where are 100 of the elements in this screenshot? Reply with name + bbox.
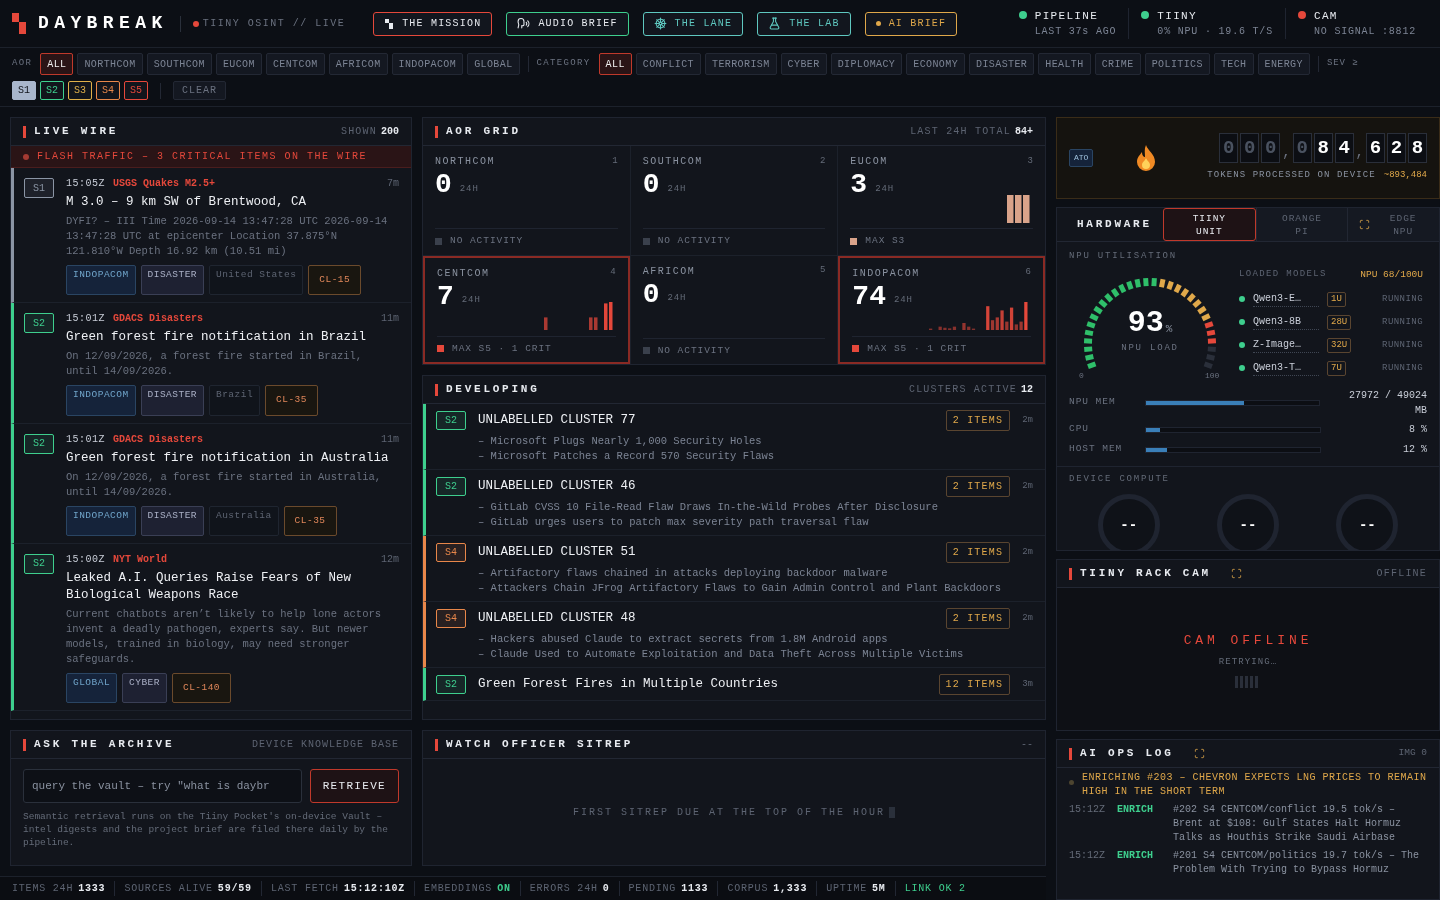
aor-cell[interactable]: EUCOM 3 3 24H MAX S3 — [838, 146, 1045, 255]
filter-chip[interactable]: CENTCOM — [265, 53, 325, 75]
filter-chip[interactable]: ECONOMY — [906, 53, 966, 75]
filter-chip[interactable]: SOUTHCOM — [146, 53, 212, 75]
panel-title: LIVE WIRE — [34, 124, 119, 140]
filter-chip[interactable]: HEALTH — [1038, 53, 1091, 75]
cluster-title: Green Forest Fires in Multiple Countries — [478, 676, 779, 694]
nav-button[interactable]: THE LANE — [642, 11, 744, 36]
filter-chip[interactable]: AFRICOM — [328, 53, 388, 75]
cluster-age: 2m — [1022, 479, 1033, 493]
wire-item[interactable]: S2 15:01Z GDACS Disasters 11m Green forest fire notification in Australia On 12/09/2026, a forest fire started in Australia, until 14/09/2026. INDOPACOM DISASTER Australia CL-35 — [11, 423, 411, 544]
model-name: Qwen3-8B — [1253, 314, 1319, 331]
filter-chip[interactable]: DIPLOMACY — [830, 53, 903, 75]
item-source: GDACS Disasters — [113, 312, 204, 327]
status-name: TIINY — [1157, 8, 1198, 24]
model-size: 1U — [1327, 291, 1346, 307]
aor-cell[interactable]: AFRICOM 5 0 24H NO ACTIVITY — [630, 255, 838, 364]
nav-button[interactable]: AI BRIEF — [864, 11, 958, 36]
aor-cell[interactable]: SOUTHCOM 2 0 24H NO ACTIVITY — [630, 146, 838, 255]
meter-reading: 8 % — [1409, 423, 1427, 437]
model-size: 32U — [1327, 337, 1352, 353]
status-label: SOURCES ALIVE — [124, 882, 213, 896]
filter-chip[interactable]: INDOPACOM — [391, 53, 464, 75]
item-tag: CL-15 — [308, 265, 362, 296]
status-value: 59/59 — [217, 882, 252, 896]
log-time: 15:12Z — [1069, 803, 1105, 817]
status-name: PIPELINE — [1034, 8, 1100, 24]
cluster-age: 2m — [1022, 413, 1033, 427]
nav-button[interactable]: AUDIO BRIEF — [506, 11, 629, 36]
query-field[interactable]: query the vault – try "what is daybr — [23, 769, 302, 803]
ato-badge: ATO — [1069, 149, 1094, 167]
filter-chip[interactable]: GLOBAL — [467, 53, 520, 75]
status-value: ON — [497, 882, 511, 896]
aor-cell[interactable]: NORTHCOM 1 0 24H NO ACTIVITY — [423, 146, 630, 255]
accent-mark — [435, 383, 438, 396]
severity-badge: S1 — [24, 178, 54, 198]
filter-chip[interactable]: NORTHCOM — [77, 53, 143, 75]
severity-chip[interactable]: S3 — [68, 81, 93, 100]
filter-chip[interactable]: TERRORISM — [705, 53, 777, 75]
status-value: 15:12:10Z — [343, 882, 406, 896]
filter-chip[interactable]: CRIME — [1094, 53, 1141, 75]
gauge-min: 0 — [1079, 369, 1084, 382]
log-text: #202 S4 CENTCOM/conflict 19.5 tok/s – Brent at $108: Gulf States Halt Hormuz Talks as Houthis Strike Saudi Airbase — [1173, 803, 1403, 845]
filter-chip[interactable]: ALL — [598, 53, 632, 75]
status-value: 5M — [872, 882, 886, 896]
hardware-tab[interactable]: TIINY UNIT — [1163, 208, 1256, 241]
filter-chip[interactable]: DISASTER — [969, 53, 1035, 75]
active-label: CLUSTERS ACTIVE — [908, 383, 1017, 397]
filter-chip[interactable]: ALL — [40, 53, 74, 75]
cluster-row[interactable]: S4 UNLABELLED CLUSTER 51 2 ITEMS 2m – Artifactory flaws chained in attacks deploying backdoor malware – Attackers Chain JFrog Artifactory Flaws to Gain Admin Control and Plant Backdoors — [423, 536, 1045, 602]
cluster-row[interactable]: S4 UNLABELLED CLUSTER 48 2 ITEMS 2m – Hackers abused Claude to extract secrets from 1.8M Android apps – Claude Used to Automate Exploitation and Data Theft Across Multiple Victims — [423, 602, 1045, 668]
filter-chip[interactable]: CONFLICT — [635, 53, 701, 75]
status-detail: 0% NPU · 19.6 T/S — [1157, 25, 1273, 40]
item-tag: DISASTER — [140, 505, 204, 536]
filter-chip[interactable]: ENERGY — [1257, 53, 1310, 75]
severity-chip[interactable]: S1 — [12, 81, 36, 100]
nav-button[interactable]: THE LAB — [757, 11, 851, 36]
panel-title: AI OPS LOG — [1080, 746, 1174, 762]
nav-button[interactable]: THE MISSION — [373, 11, 493, 36]
filter-chip[interactable]: CYBER — [780, 53, 827, 75]
cluster-row[interactable]: S2 UNLABELLED CLUSTER 46 2 ITEMS 2m – GitLab CVSS 10 File-Read Flaw Draws In-the-Wild Probes After Disclosure – GitLab urges users to patch max severity path traversal flaw — [423, 470, 1045, 536]
filter-chip[interactable]: POLITICS — [1144, 53, 1210, 75]
item-tag: CL-35 — [283, 505, 337, 536]
status-label: LAST FETCH — [270, 882, 339, 896]
cluster-count: 2 ITEMS — [945, 542, 1011, 563]
aor-cell[interactable]: INDOPACOM 6 74 24H MAX S5 · 1 CRIT — [838, 255, 1045, 364]
wire-item[interactable]: S2 15:01Z GDACS Disasters 11m Green forest fire notification in Brazil On 12/09/2026, a forest fire started in Brazil, until 14/09/2026. INDOPACOM DISASTER Brazil CL-35 — [11, 303, 411, 424]
flask-icon — [768, 17, 782, 30]
cell-index: 1 — [612, 154, 618, 168]
filter-chip[interactable]: TECH — [1213, 53, 1254, 75]
severity-chip[interactable]: S2 — [40, 81, 65, 100]
status-value: 1333 — [78, 882, 106, 896]
severity-chip[interactable]: S5 — [124, 81, 149, 100]
filter-chip[interactable]: EUCOM — [215, 53, 262, 75]
wire-item[interactable] — [11, 168, 411, 304]
brand-name: DAYBREAK — [38, 12, 168, 35]
cluster-headline: – Claude Used to Automate Exploitation and Data Theft Across Multiple Victims — [478, 647, 965, 662]
cluster-count: 12 ITEMS — [938, 674, 1011, 695]
model-name: Z-Image… — [1253, 337, 1319, 354]
panel-title: ASK THE ARCHIVE — [34, 737, 175, 753]
cell-count: 0 — [642, 171, 660, 199]
counter-total: ~893,484 — [1383, 169, 1427, 183]
cluster-count: 2 ITEMS — [945, 476, 1011, 497]
flame-icon — [1135, 144, 1158, 172]
item-time: 15:01Z — [66, 432, 105, 447]
aor-cell[interactable]: CENTCOM 4 7 24H MAX S5 · 1 CRIT — [423, 255, 630, 364]
model-size: 28U — [1327, 314, 1352, 330]
cell-unit: 24H — [459, 182, 479, 196]
cluster-row[interactable]: S2 UNLABELLED CLUSTER 77 2 ITEMS 2m – Microsoft Plugs Nearly 1,000 Security Holes – Microsoft Patches a Record 570 Security Flaws — [423, 404, 1045, 470]
item-summary: On 12/09/2026, a forest fire started in Australia, until 14/09/2026. — [66, 469, 383, 500]
cluster-row[interactable]: S2 Green Forest Fires in Multiple Countries 12 ITEMS 3m — [423, 668, 1045, 701]
cell-name: INDOPACOM — [852, 266, 920, 281]
item-tag: INDOPACOM — [66, 265, 136, 296]
severity-badge: S4 — [436, 543, 466, 562]
retrieve-button[interactable]: RETRIEVE — [309, 769, 399, 803]
wire-item[interactable] — [11, 543, 411, 711]
item-summary: DYFI? – III Time 2026-09-14 13:47:28 UTC 2026-09-14 13:47:28 UTC at epicenter Location 37.875°N 121.810°W Depth 16.92 km (10.51 mi) — [66, 214, 389, 259]
severity-chip[interactable]: S4 — [96, 81, 121, 100]
cell-name: AFRICOM — [642, 264, 696, 279]
clear-button[interactable]: CLEAR — [173, 81, 227, 100]
